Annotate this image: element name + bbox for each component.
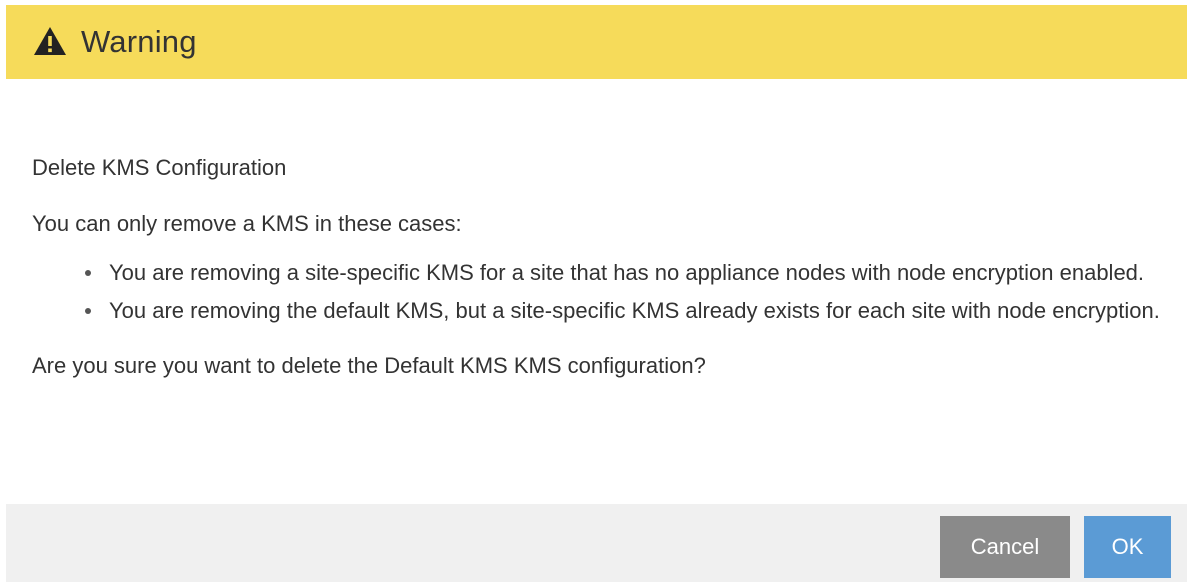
warning-triangle-icon bbox=[33, 26, 67, 56]
cancel-button[interactable]: Cancel bbox=[940, 516, 1070, 578]
case-text: You are removing a site-specific KMS for… bbox=[109, 260, 1145, 285]
bullet-icon bbox=[85, 270, 91, 276]
dialog-title: Warning bbox=[81, 24, 197, 59]
ok-button[interactable]: OK bbox=[1084, 516, 1171, 578]
case-list: You are removing a site-specific KMS for… bbox=[32, 254, 1162, 330]
bullet-icon bbox=[85, 308, 91, 314]
list-item: You are removing the default KMS, but a … bbox=[79, 292, 1162, 330]
dialog-header: Warning bbox=[6, 5, 1187, 79]
dialog-body: Delete KMS Configuration You can only re… bbox=[32, 150, 1162, 384]
dialog-footer: Cancel OK bbox=[6, 504, 1187, 582]
case-text: You are removing the default KMS, but a … bbox=[109, 298, 1160, 323]
confirmation-question: Are you sure you want to delete the Defa… bbox=[32, 353, 706, 378]
list-item: You are removing a site-specific KMS for… bbox=[79, 254, 1162, 292]
warning-dialog: Warning Delete KMS Configuration You can… bbox=[0, 0, 1193, 582]
body-intro: You can only remove a KMS in these cases… bbox=[32, 211, 462, 236]
body-heading: Delete KMS Configuration bbox=[32, 155, 287, 180]
